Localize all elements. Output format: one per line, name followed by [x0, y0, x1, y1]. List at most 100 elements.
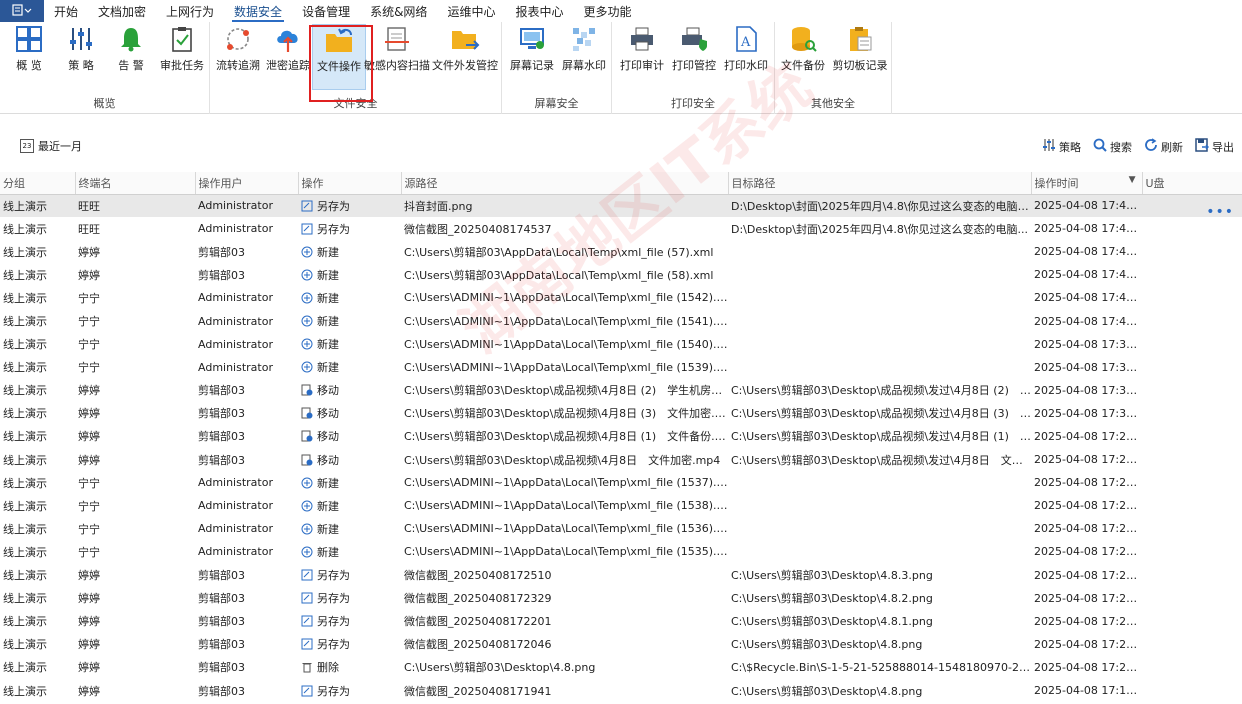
- table-cell: 2025-04-08 17:39:03: [1034, 337, 1142, 351]
- column-header-4[interactable]: 源路径: [401, 172, 729, 195]
- operation-label: 移动: [317, 407, 339, 421]
- menu-tab-6[interactable]: 运维中心: [437, 0, 505, 22]
- column-header-1[interactable]: 终端名: [75, 172, 196, 195]
- table-cell: 另存为: [298, 679, 401, 702]
- menu-tab-2[interactable]: 上网行为: [156, 0, 224, 22]
- table-cell: 2025-04-08 17:25:13: [1034, 568, 1142, 582]
- table-cell: C:\Users\剪辑部03\Desktop\成品视频\发过\4月8日 文件加.…: [731, 453, 1031, 467]
- table-cell: C:\Users\ADMINI~1\AppData\Local\Temp\xml…: [404, 337, 728, 351]
- column-header-6[interactable]: 操作时间 ▼: [1031, 172, 1143, 195]
- table-cell: D:\Desktop\封面\2025年四月\4.8\你见过这么变态的电脑监...: [728, 194, 1031, 218]
- table-row[interactable]: 线上演示 婷婷 剪辑部03 另存为 微信截图_20250408172329 C:\User…: [0, 587, 1242, 610]
- table-row[interactable]: 线上演示 婷婷 剪辑部03 另存为 微信截图_20250408171941 C:\User…: [0, 679, 1242, 702]
- table-row[interactable]: 线上演示 婷婷 剪辑部03 移动 C:\Users\剪辑部03\Desktop\成品视频…: [0, 425, 1242, 448]
- menu-tab-7[interactable]: 报表中心: [505, 0, 573, 22]
- column-header-0[interactable]: 分组: [0, 172, 76, 195]
- save-as-icon: [301, 569, 313, 581]
- column-header-7[interactable]: U盘: [1142, 172, 1242, 195]
- table-cell: C:\Users\ADMINI~1\AppData\Local\Temp\xml…: [404, 360, 728, 374]
- print-audit-button[interactable]: 打印审计: [618, 24, 666, 76]
- grid-icon: [14, 24, 44, 54]
- move-file-icon: [301, 407, 313, 419]
- table-row[interactable]: 线上演示 宁宁 Administrator 新建 C:\Users\ADMINI~1\A…: [0, 517, 1242, 540]
- table-row[interactable]: 线上演示 婷婷 剪辑部03 删除 C:\Users\剪辑部03\Desktop\4.8.…: [0, 656, 1242, 679]
- operation-label: 删除: [317, 661, 339, 675]
- table-cell: [728, 309, 1031, 332]
- table-row[interactable]: 线上演示 婷婷 剪辑部03 另存为 微信截图_20250408172201 C:\User…: [0, 610, 1242, 633]
- table-row[interactable]: 线上演示 婷婷 剪辑部03 移动 C:\Users\剪辑部03\Desktop\成品视频…: [0, 448, 1242, 471]
- menu-tab-5[interactable]: 系统&网络: [360, 0, 437, 22]
- operation-label: 另存为: [317, 638, 350, 652]
- menu-tab-0[interactable]: 开始: [44, 0, 88, 22]
- table-cell: 新建: [298, 471, 401, 494]
- table-row[interactable]: 线上演示 宁宁 Administrator 新建 C:\Users\ADMINI~1\A…: [0, 309, 1242, 332]
- table-row[interactable]: 线上演示 宁宁 Administrator 新建 C:\Users\ADMINI~1\A…: [0, 356, 1242, 379]
- table-cell: 另存为: [298, 194, 401, 218]
- approval-task-button[interactable]: 审批任务: [158, 24, 206, 76]
- refresh-action-button[interactable]: 刷新: [1144, 138, 1183, 155]
- table-cell: [728, 240, 1031, 263]
- date-range-filter[interactable]: 23 最近一月: [20, 138, 82, 154]
- menu-tab-4[interactable]: 设备管理: [292, 0, 360, 22]
- table-row[interactable]: 线上演示 宁宁 Administrator 新建 C:\Users\ADMINI~1\A…: [0, 494, 1242, 517]
- table-cell: [1142, 448, 1242, 471]
- table-row[interactable]: 线上演示 婷婷 剪辑部03 另存为 微信截图_20250408172046 C:\User…: [0, 633, 1242, 656]
- policy-button[interactable]: 策 略: [60, 24, 102, 76]
- menu-tab-3[interactable]: 数据安全: [224, 0, 292, 22]
- table-cell: [1142, 564, 1242, 587]
- table-row[interactable]: 线上演示 婷婷 剪辑部03 移动 C:\Users\剪辑部03\Desktop\成品视频…: [0, 402, 1242, 425]
- table-cell: [1142, 263, 1242, 286]
- table-row[interactable]: 线上演示 婷婷 剪辑部03 新建 C:\Users\剪辑部03\AppData\Loca…: [0, 263, 1242, 286]
- operation-label: 新建: [317, 338, 339, 352]
- alert-button[interactable]: 告 警: [110, 24, 152, 76]
- table-cell: 线上演示: [3, 476, 47, 490]
- search-action-button[interactable]: 搜索: [1093, 138, 1132, 155]
- policy-action-button[interactable]: 策略: [1042, 138, 1081, 155]
- table-cell: 宁宁: [78, 315, 100, 329]
- table-row[interactable]: 线上演示 婷婷 剪辑部03 移动 C:\Users\剪辑部03\Desktop\成品视频…: [0, 379, 1242, 402]
- table-cell: Administrator: [198, 222, 273, 236]
- app-menu-icon: [12, 3, 32, 19]
- table-cell: 另存为: [298, 564, 401, 587]
- menu-tab-1[interactable]: 文档加密: [88, 0, 156, 22]
- clipboard-record-button[interactable]: 剪切板记录: [831, 24, 889, 76]
- table-cell: [1142, 402, 1242, 425]
- table-cell: [728, 494, 1031, 517]
- menu-tab-8[interactable]: 更多功能: [573, 0, 641, 22]
- clipboard-check-icon: [167, 24, 197, 54]
- print-watermark-button[interactable]: A 打印水印: [722, 24, 770, 76]
- table-cell: 2025-04-08 17:45:41: [1034, 222, 1142, 236]
- overview-button[interactable]: 概 览: [8, 24, 50, 76]
- table-cell: 另存为: [298, 633, 401, 656]
- table-cell: 线上演示: [3, 522, 47, 536]
- table-row[interactable]: 线上演示 宁宁 Administrator 新建 C:\Users\ADMINI~1\A…: [0, 286, 1242, 309]
- table-row[interactable]: 线上演示 旺旺 Administrator 另存为 微信截图_2025040817453…: [0, 217, 1242, 240]
- table-cell: [1142, 656, 1242, 679]
- sensitive-scan-button[interactable]: 敏感内容扫描: [364, 24, 430, 76]
- file-outgoing-control-button[interactable]: 文件外发管控: [432, 24, 498, 76]
- table-row[interactable]: 线上演示 宁宁 Administrator 新建 C:\Users\ADMINI~1\A…: [0, 471, 1242, 494]
- table-cell: [728, 540, 1031, 563]
- column-header-2[interactable]: 操作用户: [195, 172, 299, 195]
- table-row[interactable]: 线上演示 宁宁 Administrator 新建 C:\Users\ADMINI~1\A…: [0, 333, 1242, 356]
- table-row[interactable]: 线上演示 婷婷 剪辑部03 新建 C:\Users\剪辑部03\AppData\Loca…: [0, 240, 1242, 263]
- table-cell: C:\Users\ADMINI~1\AppData\Local\Temp\xml…: [404, 499, 728, 513]
- table-cell: D:\Desktop\封面\2025年四月\4.8\你见过这么变态的电脑...: [731, 222, 1029, 236]
- table-row[interactable]: 线上演示 婷婷 剪辑部03 另存为 微信截图_20250408172510 C:\User…: [0, 564, 1242, 587]
- column-header-3[interactable]: 操作: [298, 172, 402, 195]
- row-more-button[interactable]: •••: [1206, 204, 1234, 220]
- screen-watermark-button[interactable]: 屏幕水印: [560, 24, 608, 76]
- column-header-5[interactable]: 目标路径: [728, 172, 1032, 195]
- table-row[interactable]: 线上演示 宁宁 Administrator 新建 C:\Users\ADMINI~1\A…: [0, 540, 1242, 563]
- screen-record-button[interactable]: 屏幕记录: [508, 24, 556, 76]
- app-menu-button[interactable]: [0, 0, 44, 22]
- file-backup-button[interactable]: 文件备份: [779, 24, 827, 76]
- table-row[interactable]: 线上演示 旺旺 Administrator 另存为 抖音封面.png D:\Desktop…: [0, 194, 1242, 218]
- leak-tracking-button[interactable]: 泄密追踪: [264, 24, 312, 76]
- move-file-icon: [301, 430, 313, 442]
- table-cell: 线上演示: [3, 338, 47, 352]
- export-action-button[interactable]: 导出: [1195, 138, 1234, 155]
- mosaic-icon: [569, 24, 599, 54]
- flow-trace-button[interactable]: 流转追溯: [214, 24, 262, 76]
- print-control-button[interactable]: 打印管控: [670, 24, 718, 76]
